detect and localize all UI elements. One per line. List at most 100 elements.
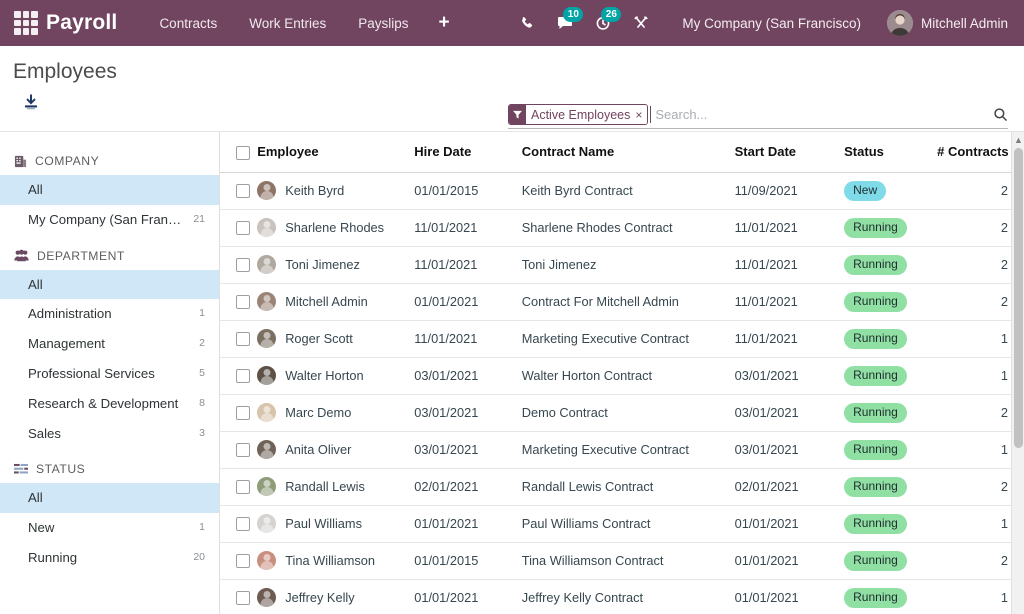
sidebar-item-company-all[interactable]: All bbox=[0, 175, 219, 205]
sidebar-item-label: All bbox=[28, 488, 199, 508]
employee-name: Walter Horton bbox=[285, 368, 363, 383]
table-row[interactable]: Roger Scott11/01/2021Marketing Executive… bbox=[220, 320, 1024, 357]
add-menu-plus-icon[interactable]: + bbox=[425, 10, 464, 36]
row-checkbox[interactable] bbox=[236, 295, 250, 309]
cell-start-date: 11/01/2021 bbox=[735, 320, 845, 357]
menu-item-contracts[interactable]: Contracts bbox=[143, 10, 233, 37]
column-header-employee[interactable]: Employee bbox=[257, 132, 414, 172]
sidebar-item-department-management[interactable]: Management2 bbox=[0, 329, 219, 359]
row-select-cell bbox=[220, 246, 257, 283]
row-select-cell bbox=[220, 579, 257, 614]
vertical-scrollbar[interactable]: ▲ bbox=[1011, 132, 1024, 614]
table-row[interactable]: Jeffrey Kelly01/01/2021Jeffrey Kelly Con… bbox=[220, 579, 1024, 614]
sidebar-item-status-running[interactable]: Running20 bbox=[0, 543, 219, 573]
avatar bbox=[257, 329, 276, 348]
cell-employee: Keith Byrd bbox=[257, 172, 414, 209]
sidebar-item-company-my-company-san-franci[interactable]: My Company (San Franci...21 bbox=[0, 205, 219, 235]
status-badge: Running bbox=[844, 477, 907, 497]
sidebar-item-count: 3 bbox=[193, 426, 205, 442]
employee-name: Roger Scott bbox=[285, 331, 353, 346]
table-row[interactable]: Anita Oliver03/01/2021Marketing Executiv… bbox=[220, 431, 1024, 468]
phone-icon[interactable] bbox=[509, 12, 546, 35]
row-checkbox[interactable] bbox=[236, 554, 250, 568]
table-row[interactable]: Marc Demo03/01/2021Demo Contract03/01/20… bbox=[220, 394, 1024, 431]
menu-item-work-entries[interactable]: Work Entries bbox=[233, 10, 342, 37]
menu-item-payslips[interactable]: Payslips bbox=[342, 10, 424, 37]
column-header-start-date[interactable]: Start Date bbox=[735, 132, 845, 172]
cell-employee: Marc Demo bbox=[257, 394, 414, 431]
select-all-header bbox=[220, 132, 257, 172]
cell-employee: Tina Williamson bbox=[257, 542, 414, 579]
column-header-hire-date[interactable]: Hire Date bbox=[414, 132, 521, 172]
employees-table: Employee Hire Date Contract Name Start D… bbox=[220, 132, 1024, 614]
row-checkbox[interactable] bbox=[236, 480, 250, 494]
row-select-cell bbox=[220, 209, 257, 246]
sidebar-item-count: 2 bbox=[193, 336, 205, 352]
row-checkbox[interactable] bbox=[236, 369, 250, 383]
avatar bbox=[257, 255, 276, 274]
cell-status: Running bbox=[844, 579, 937, 614]
status-badge: New bbox=[844, 181, 886, 201]
cell-status: Running bbox=[844, 505, 937, 542]
table-row[interactable]: Walter Horton03/01/2021Walter Horton Con… bbox=[220, 357, 1024, 394]
scroll-up-arrow-icon[interactable]: ▲ bbox=[1012, 132, 1024, 147]
cell-hire-date: 01/01/2015 bbox=[414, 172, 521, 209]
cell-hire-date: 01/01/2021 bbox=[414, 505, 521, 542]
sidebar-item-count: 5 bbox=[193, 366, 205, 382]
tools-wrench-icon[interactable] bbox=[622, 11, 660, 35]
avatar bbox=[257, 181, 276, 200]
row-checkbox[interactable] bbox=[236, 258, 250, 272]
scrollbar-thumb[interactable] bbox=[1014, 148, 1023, 448]
table-row[interactable]: Randall Lewis02/01/2021Randall Lewis Con… bbox=[220, 468, 1024, 505]
sidebar-item-count: 21 bbox=[187, 212, 205, 228]
search-panel-sidebar: COMPANYAllMy Company (San Franci...21DEP… bbox=[0, 132, 220, 614]
cell-start-date: 11/01/2021 bbox=[735, 209, 845, 246]
column-header-status[interactable]: Status bbox=[844, 132, 937, 172]
table-row[interactable]: Tina Williamson01/01/2015Tina Williamson… bbox=[220, 542, 1024, 579]
sidebar-item-label: Management bbox=[28, 334, 193, 354]
cell-start-date: 02/01/2021 bbox=[735, 468, 845, 505]
sidebar-item-status-all[interactable]: All bbox=[0, 483, 219, 513]
row-checkbox[interactable] bbox=[236, 332, 250, 346]
row-checkbox[interactable] bbox=[236, 517, 250, 531]
search-facet-active-employees[interactable]: Active Employees × bbox=[508, 104, 648, 125]
facet-remove-icon[interactable]: × bbox=[635, 105, 647, 124]
table-row[interactable]: Toni Jimenez11/01/2021Toni Jimenez11/01/… bbox=[220, 246, 1024, 283]
row-select-cell bbox=[220, 505, 257, 542]
main-content: COMPANYAllMy Company (San Franci...21DEP… bbox=[0, 131, 1024, 614]
activity-clock-icon[interactable]: 26 bbox=[584, 11, 622, 35]
employee-name: Keith Byrd bbox=[285, 183, 344, 198]
select-all-checkbox[interactable] bbox=[236, 146, 250, 160]
row-checkbox[interactable] bbox=[236, 221, 250, 235]
apps-grid-icon[interactable] bbox=[14, 11, 38, 35]
table-row[interactable]: Mitchell Admin01/01/2021Contract For Mit… bbox=[220, 283, 1024, 320]
row-checkbox[interactable] bbox=[236, 184, 250, 198]
filter-funnel-icon bbox=[509, 105, 526, 124]
table-row[interactable]: Sharlene Rhodes11/01/2021Sharlene Rhodes… bbox=[220, 209, 1024, 246]
sidebar-item-status-new[interactable]: New1 bbox=[0, 513, 219, 543]
building-icon bbox=[14, 155, 27, 168]
row-checkbox[interactable] bbox=[236, 443, 250, 457]
sidebar-item-department-sales[interactable]: Sales3 bbox=[0, 419, 219, 449]
sidebar-item-department-professional-services[interactable]: Professional Services5 bbox=[0, 359, 219, 389]
user-menu[interactable]: Mitchell Admin bbox=[875, 10, 1010, 36]
cell-hire-date: 03/01/2021 bbox=[414, 394, 521, 431]
cell-employee: Roger Scott bbox=[257, 320, 414, 357]
cell-start-date: 11/01/2021 bbox=[735, 246, 845, 283]
sidebar-item-department-research-development[interactable]: Research & Development8 bbox=[0, 389, 219, 419]
row-checkbox[interactable] bbox=[236, 591, 250, 605]
table-row[interactable]: Paul Williams01/01/2021Paul Williams Con… bbox=[220, 505, 1024, 542]
import-download-icon[interactable] bbox=[22, 93, 40, 116]
app-brand-payroll[interactable]: Payroll bbox=[46, 11, 117, 35]
magnifier-icon[interactable] bbox=[987, 107, 1008, 122]
sidebar-item-department-administration[interactable]: Administration1 bbox=[0, 299, 219, 329]
search-input[interactable] bbox=[650, 106, 987, 123]
cell-hire-date: 02/01/2021 bbox=[414, 468, 521, 505]
row-checkbox[interactable] bbox=[236, 406, 250, 420]
company-selector[interactable]: My Company (San Francisco) bbox=[660, 10, 875, 37]
chat-icon[interactable]: 10 bbox=[546, 11, 584, 35]
chat-badge-count: 10 bbox=[563, 7, 583, 22]
column-header-contract-name[interactable]: Contract Name bbox=[522, 132, 735, 172]
sidebar-item-department-all[interactable]: All bbox=[0, 270, 219, 300]
table-row[interactable]: Keith Byrd01/01/2015Keith Byrd Contract1… bbox=[220, 172, 1024, 209]
